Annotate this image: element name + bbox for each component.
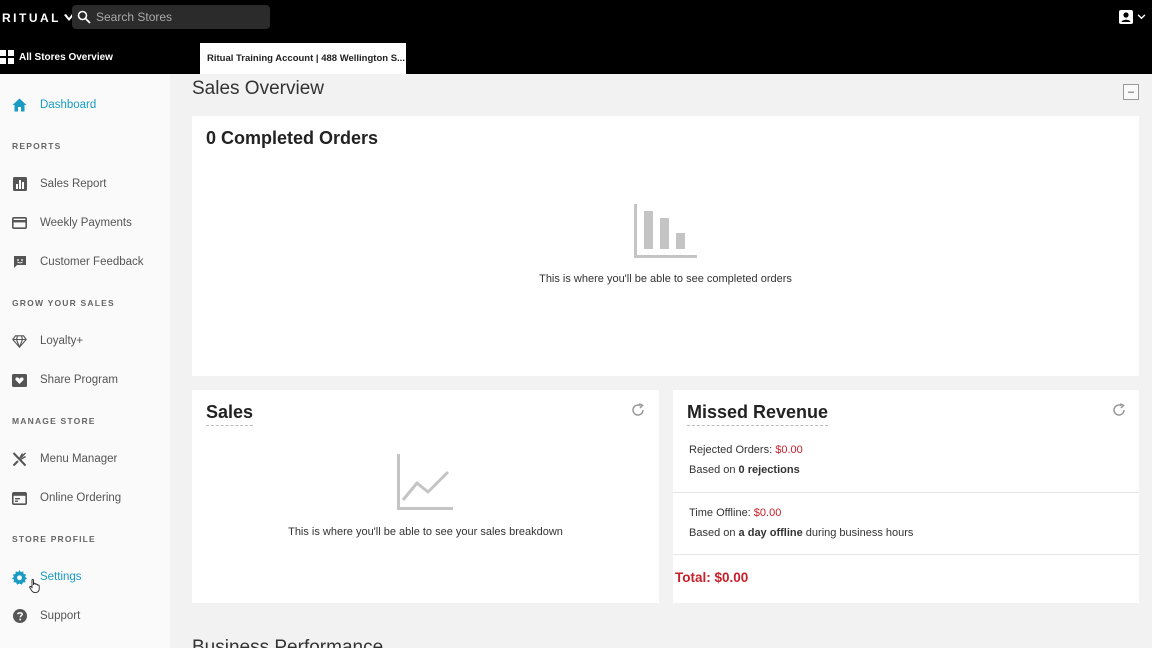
time-offline-value: $0.00 (753, 507, 782, 519)
sidebar: Dashboard REPORTS Sales Report Weekly Pa… (0, 74, 170, 648)
gear-icon (12, 569, 27, 585)
store-tab[interactable]: Ritual Training Account | 488 Wellington… (200, 43, 406, 74)
store-search[interactable] (72, 5, 270, 29)
sidebar-item-label: Share Program (40, 374, 118, 386)
hand-cursor-icon (29, 579, 40, 593)
sidebar-item-label: Weekly Payments (40, 217, 132, 229)
divider (673, 492, 1139, 493)
feedback-icon (12, 255, 27, 270)
help-icon (12, 609, 27, 624)
rejections-basis: Based on 0 rejections (689, 460, 800, 480)
collapse-button[interactable]: – (1123, 84, 1139, 100)
sidebar-item-label: Dashboard (40, 99, 97, 111)
all-stores-overview-link[interactable]: All Stores Overview (0, 50, 113, 64)
sidebar-item-sales-report[interactable]: Sales Report (0, 171, 170, 197)
all-stores-label: All Stores Overview (19, 51, 113, 63)
missed-revenue-total: Total: $0.00 (675, 570, 749, 585)
sidebar-item-label: Online Ordering (40, 492, 122, 504)
account-icon (1119, 10, 1133, 24)
logo-text: RITUAL (2, 11, 61, 25)
sidebar-item-loyalty[interactable]: Loyalty+ (0, 328, 170, 354)
refresh-icon[interactable] (631, 403, 645, 417)
sidebar-item-menu-manager[interactable]: Menu Manager (0, 446, 170, 472)
missed-revenue-title[interactable]: Missed Revenue (687, 402, 829, 426)
bar-chart-icon (12, 177, 27, 192)
credit-card-icon (12, 216, 27, 231)
completed-orders-title: 0 Completed Orders (206, 128, 379, 148)
store-bar: All Stores Overview Ritual Training Acco… (0, 35, 1152, 74)
rejected-orders-label: Rejected Orders: (689, 444, 776, 456)
sidebar-item-label: Support (40, 610, 81, 622)
sidebar-item-online-ordering[interactable]: Online Ordering (0, 485, 170, 511)
rejected-orders-row: Rejected Orders: $0.00 (689, 440, 803, 460)
time-offline-label: Time Offline: (689, 507, 754, 519)
bar-chart-placeholder-icon (634, 204, 697, 258)
offline-basis: Based on a day offline during business h… (689, 523, 913, 543)
offline-basis-prefix: Based on (689, 527, 739, 539)
line-chart-placeholder-icon (397, 454, 453, 510)
utensils-icon (12, 451, 27, 467)
rejections-count: 0 rejections (738, 464, 800, 476)
business-performance-heading: Business Performance (192, 637, 384, 648)
refresh-icon[interactable] (1112, 403, 1126, 417)
sidebar-item-label: Sales Report (40, 178, 107, 190)
sidebar-item-label: Customer Feedback (40, 256, 144, 268)
sidebar-item-support[interactable]: Support (0, 603, 170, 629)
rejected-orders-value: $0.00 (775, 444, 803, 456)
sales-title[interactable]: Sales (206, 402, 254, 426)
sidebar-item-settings[interactable]: Settings (0, 564, 170, 590)
completed-orders-card: 0 Completed Orders This is where you'll … (192, 116, 1139, 376)
diamond-icon (12, 334, 27, 349)
search-input[interactable] (96, 10, 266, 24)
user-menu[interactable] (1119, 10, 1146, 24)
divider (673, 554, 1139, 555)
completed-orders-empty-text: This is where you'll be able to see comp… (539, 273, 792, 285)
section-grow: GROW YOUR SALES (12, 298, 115, 308)
search-icon (77, 10, 91, 24)
sidebar-item-customer-feedback[interactable]: Customer Feedback (0, 249, 170, 275)
sidebar-item-label: Settings (40, 571, 82, 583)
offline-basis-suffix: during business hours (802, 527, 914, 539)
grid-icon (0, 50, 14, 64)
offline-duration: a day offline (738, 527, 803, 539)
rejections-basis-prefix: Based on (689, 464, 739, 476)
section-reports: REPORTS (12, 141, 62, 151)
page-title: Sales Overview (192, 78, 324, 99)
sidebar-item-label: Loyalty+ (40, 335, 84, 347)
sidebar-item-label: Menu Manager (40, 453, 118, 465)
home-icon (12, 98, 27, 113)
sales-card: Sales This is where you'll be able to se… (192, 390, 659, 603)
sidebar-item-dashboard[interactable]: Dashboard (0, 92, 170, 118)
sidebar-item-share-program[interactable]: Share Program (0, 367, 170, 393)
section-store-profile: STORE PROFILE (12, 534, 96, 544)
heart-envelope-icon (12, 373, 27, 388)
browser-icon (12, 491, 27, 506)
chevron-down-icon (1137, 14, 1146, 20)
section-manage: MANAGE STORE (12, 416, 96, 426)
sidebar-item-weekly-payments[interactable]: Weekly Payments (0, 210, 170, 236)
time-offline-row: Time Offline: $0.00 (689, 503, 781, 523)
sales-empty-text: This is where you'll be able to see your… (288, 526, 563, 538)
ritual-logo[interactable]: RITUAL (2, 11, 74, 25)
top-bar: RITUAL (0, 0, 1152, 35)
missed-revenue-card: Missed Revenue Rejected Orders: $0.00 Ba… (673, 390, 1139, 603)
